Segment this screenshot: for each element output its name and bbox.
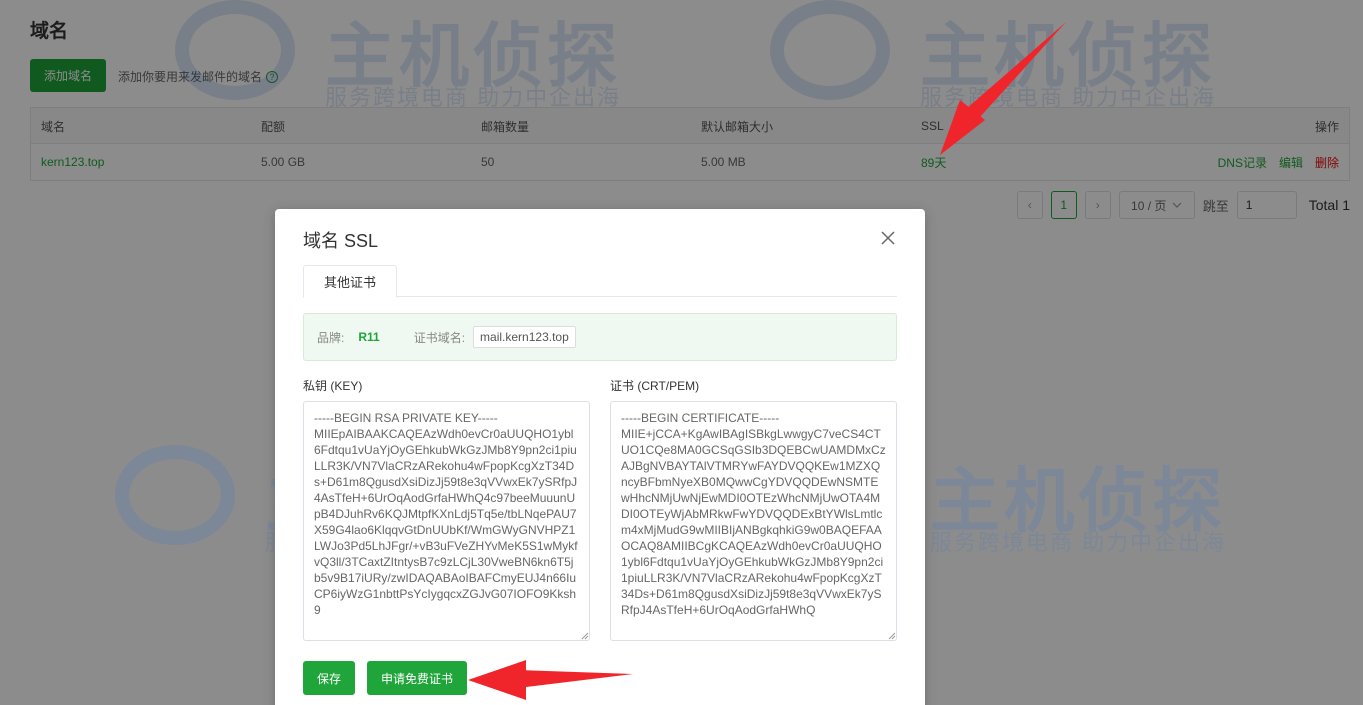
cert-domain-label: 证书域名: — [413, 330, 466, 345]
ssl-modal: 域名 SSL 其他证书 品牌: R11 证书域名: mail.kern123.t… — [275, 209, 925, 705]
private-key-label: 私钥 (KEY) — [303, 379, 363, 393]
brand-label: 品牌: — [317, 330, 345, 345]
cert-tabs: 其他证书 — [303, 265, 897, 298]
private-key-textarea[interactable] — [303, 401, 590, 641]
apply-free-cert-button[interactable]: 申请免费证书 — [367, 661, 467, 695]
save-button[interactable]: 保存 — [303, 661, 355, 695]
cert-info-bar: 品牌: R11 证书域名: mail.kern123.top — [303, 313, 897, 361]
brand-value: R11 — [358, 330, 380, 344]
close-icon[interactable] — [881, 231, 895, 245]
tab-other-cert[interactable]: 其他证书 — [303, 265, 398, 298]
resize-grip-icon[interactable] — [888, 632, 896, 640]
modal-title: 域名 SSL — [303, 231, 379, 251]
certificate-label: 证书 (CRT/PEM) — [610, 379, 700, 393]
certificate-textarea[interactable] — [610, 401, 897, 641]
cert-domain-value: mail.kern123.top — [473, 326, 576, 348]
resize-grip-icon[interactable] — [581, 632, 589, 640]
